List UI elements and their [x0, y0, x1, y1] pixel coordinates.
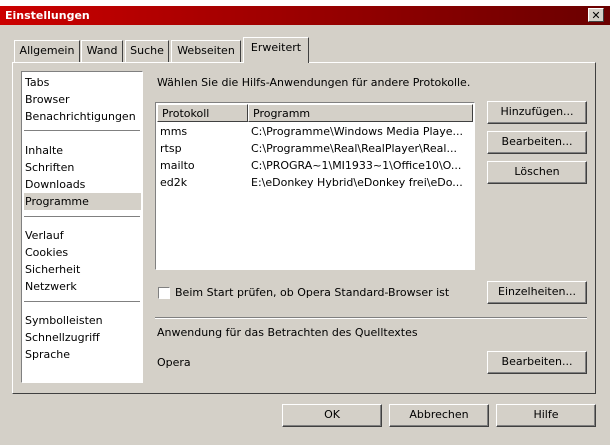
sidebar-item-downloads[interactable]: Downloads	[24, 176, 141, 193]
program-cell: C:\Programme\Real\RealPlayer\Real...	[251, 142, 457, 155]
ok-button[interactable]: OK	[282, 404, 382, 427]
sidebar-item-netzwerk[interactable]: Netzwerk	[24, 278, 141, 295]
source-viewer-app: Opera	[157, 356, 191, 369]
sidebar-item-cookies[interactable]: Cookies	[24, 244, 141, 261]
help-button[interactable]: Hilfe	[496, 404, 596, 427]
sidebar-item-symbolleisten[interactable]: Symbolleisten	[24, 312, 141, 329]
sidebar-item-sprache[interactable]: Sprache	[24, 346, 141, 363]
default-browser-checkbox[interactable]	[158, 287, 170, 299]
close-button[interactable]: ✕	[588, 8, 604, 22]
column-header-programm[interactable]: Programm	[248, 104, 473, 122]
details-button[interactable]: Einzelheiten...	[487, 281, 587, 304]
tab-allgemein[interactable]: Allgemein	[14, 40, 80, 62]
table-row[interactable]: rtsp C:\Programme\Real\RealPlayer\Real..…	[157, 140, 473, 157]
sidebar: Tabs Browser Benachrichtigungen Inhalte …	[21, 71, 143, 383]
section-divider	[155, 317, 587, 319]
sidebar-separator	[24, 301, 140, 303]
tab-erweitert[interactable]: Erweitert	[243, 37, 309, 63]
title-bar[interactable]: Einstellungen ✕	[0, 6, 610, 25]
sidebar-item-browser[interactable]: Browser	[24, 91, 141, 108]
program-cell: C:\PROGRA~1\MI1933~1\Office10\O...	[251, 159, 462, 172]
protocol-cell: mms	[160, 125, 188, 138]
edit-button[interactable]: Bearbeiten...	[487, 131, 587, 154]
default-browser-label[interactable]: Beim Start prüfen, ob Opera Standard-Bro…	[175, 286, 449, 299]
column-header-protokoll[interactable]: Protokoll	[157, 104, 248, 122]
sidebar-item-sicherheit[interactable]: Sicherheit	[24, 261, 141, 278]
sidebar-item-inhalte[interactable]: Inhalte	[24, 142, 141, 159]
sidebar-item-programme[interactable]: Programme	[24, 193, 141, 210]
sidebar-item-schriften[interactable]: Schriften	[24, 159, 141, 176]
sidebar-separator	[24, 216, 140, 218]
table-row[interactable]: mms C:\Programme\Windows Media Playe...	[157, 123, 473, 140]
delete-button[interactable]: Löschen	[487, 161, 587, 184]
intro-text: Wählen Sie die Hilfs-Anwendungen für and…	[157, 76, 471, 89]
tab-label: Webseiten	[177, 44, 235, 57]
table-row[interactable]: mailto C:\PROGRA~1\MI1933~1\Office10\O..…	[157, 157, 473, 174]
tab-wand[interactable]: Wand	[81, 40, 123, 62]
program-cell: E:\eDonkey Hybrid\eDonkey frei\eDo...	[251, 176, 463, 189]
add-button[interactable]: Hinzufügen...	[487, 101, 587, 124]
sidebar-item-schnellzugriff[interactable]: Schnellzugriff	[24, 329, 141, 346]
tab-label: Allgemein	[19, 44, 75, 57]
tab-label: Erweitert	[250, 41, 302, 54]
source-edit-button[interactable]: Bearbeiten...	[487, 351, 587, 374]
sidebar-item-tabs[interactable]: Tabs	[24, 74, 141, 91]
protocol-cell: ed2k	[160, 176, 188, 189]
source-viewer-label: Anwendung für das Betrachten des Quellte…	[157, 326, 418, 339]
sidebar-item-verlauf[interactable]: Verlauf	[24, 227, 141, 244]
tab-label: Wand	[86, 44, 118, 57]
table-row[interactable]: ed2k E:\eDonkey Hybrid\eDonkey frei\eDo.…	[157, 174, 473, 191]
protocol-cell: mailto	[160, 159, 195, 172]
protocol-cell: rtsp	[160, 142, 182, 155]
window-title: Einstellungen	[5, 9, 90, 22]
close-icon: ✕	[591, 9, 601, 22]
sidebar-item-benachrichtigungen[interactable]: Benachrichtigungen	[24, 108, 141, 125]
protocol-list[interactable]: Protokoll Programm mms C:\Programme\Wind…	[155, 102, 475, 270]
sidebar-separator	[24, 130, 140, 132]
tab-label: Suche	[130, 44, 164, 57]
cancel-button[interactable]: Abbrechen	[389, 404, 489, 427]
tab-webseiten[interactable]: Webseiten	[171, 40, 241, 62]
program-cell: C:\Programme\Windows Media Playe...	[251, 125, 464, 138]
tab-suche[interactable]: Suche	[125, 40, 169, 62]
